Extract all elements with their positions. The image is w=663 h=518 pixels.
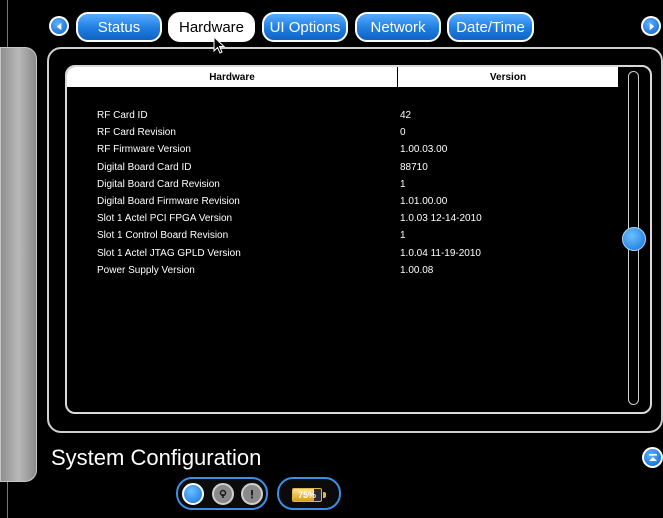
next-tab-button[interactable] <box>641 16 661 36</box>
row-value: 0 <box>400 127 406 139</box>
table-row: Slot 1 Control Board Revision 1 <box>97 227 482 244</box>
row-name: Power Supply Version <box>97 264 195 276</box>
tab-ui-options[interactable]: UI Options <box>262 12 348 42</box>
row-name: RF Card Revision <box>97 127 176 139</box>
row-value: 88710 <box>400 161 428 173</box>
tab-network[interactable]: Network <box>355 12 441 42</box>
row-value: 1.0.03 12-14-2010 <box>400 213 482 225</box>
page-title: System Configuration <box>51 445 262 470</box>
collapse-up-icon <box>644 449 661 466</box>
table-row: RF Card ID 42 <box>97 107 482 124</box>
mouse-cursor-icon <box>213 36 225 54</box>
row-name: RF Card ID <box>97 110 148 122</box>
row-value: 1.00.08 <box>400 264 434 276</box>
row-value: 1 <box>400 230 406 242</box>
battery-indicator[interactable]: 75% <box>277 477 341 510</box>
row-name: Slot 1 Actel PCI FPGA Version <box>97 213 233 225</box>
table-row: Digital Board Card ID 88710 <box>97 159 482 176</box>
battery-icon: 75% <box>292 488 322 502</box>
table-row: Slot 1 Actel PCI FPGA Version 1.0.03 12-1… <box>97 210 482 227</box>
tab-status[interactable]: Status <box>76 12 162 42</box>
row-name: Digital Board Card ID <box>97 161 192 173</box>
alert-icon[interactable] <box>241 483 263 505</box>
battery-percentage: 75% <box>297 490 316 500</box>
prev-tab-button[interactable] <box>49 16 69 36</box>
right-arrow-icon <box>643 18 659 34</box>
tab-hardware[interactable]: Hardware <box>168 12 255 42</box>
row-name: Digital Board Firmware Revision <box>97 196 240 208</box>
radio-selected-icon[interactable] <box>182 483 204 505</box>
table-row: Power Supply Version 1.00.08 <box>97 262 482 279</box>
side-drawer-handle[interactable] <box>0 47 37 482</box>
table-header: Hardware Version <box>67 67 618 87</box>
table-row: Digital Board Firmware Revision 1.01.00.0… <box>97 193 482 210</box>
row-value: 42 <box>400 110 412 122</box>
row-value: 1 <box>400 178 406 190</box>
row-name: RF Firmware Version <box>97 144 191 156</box>
table-body: RF Card ID 42 RF Card Revision 0 RF Firmwa… <box>97 107 482 279</box>
row-name: Digital Board Card Revision <box>97 178 220 190</box>
left-arrow-icon <box>51 18 67 34</box>
row-value: 1.0.04 11-19-2010 <box>400 247 481 259</box>
collapse-button[interactable] <box>642 447 663 468</box>
table-row: Digital Board Card Revision 1 <box>97 176 482 193</box>
row-name: Slot 1 Control Board Revision <box>97 230 229 242</box>
scrollbar-thumb[interactable] <box>622 227 646 251</box>
tab-date-time[interactable]: Date/Time <box>447 12 534 42</box>
table-row: Slot 1 Actel JTAG GPLD Version 1.0.04 11-… <box>97 245 482 262</box>
table-row: RF Card Revision 0 <box>97 124 482 141</box>
column-header-hardware[interactable]: Hardware <box>67 67 398 87</box>
battery-tip <box>323 492 326 498</box>
status-indicator-group <box>176 477 268 510</box>
row-value: 1.00.03.00 <box>400 144 448 156</box>
table-row: RF Firmware Version 1.00.03.00 <box>97 141 482 158</box>
hardware-table: Hardware Version RF Card ID 42 RF Card Re… <box>65 65 652 414</box>
lock-icon[interactable] <box>212 483 234 505</box>
column-header-version[interactable]: Version <box>398 67 618 87</box>
row-name: Slot 1 Actel JTAG GPLD Version <box>97 247 241 259</box>
row-value: 1.01.00.00 <box>400 196 448 208</box>
